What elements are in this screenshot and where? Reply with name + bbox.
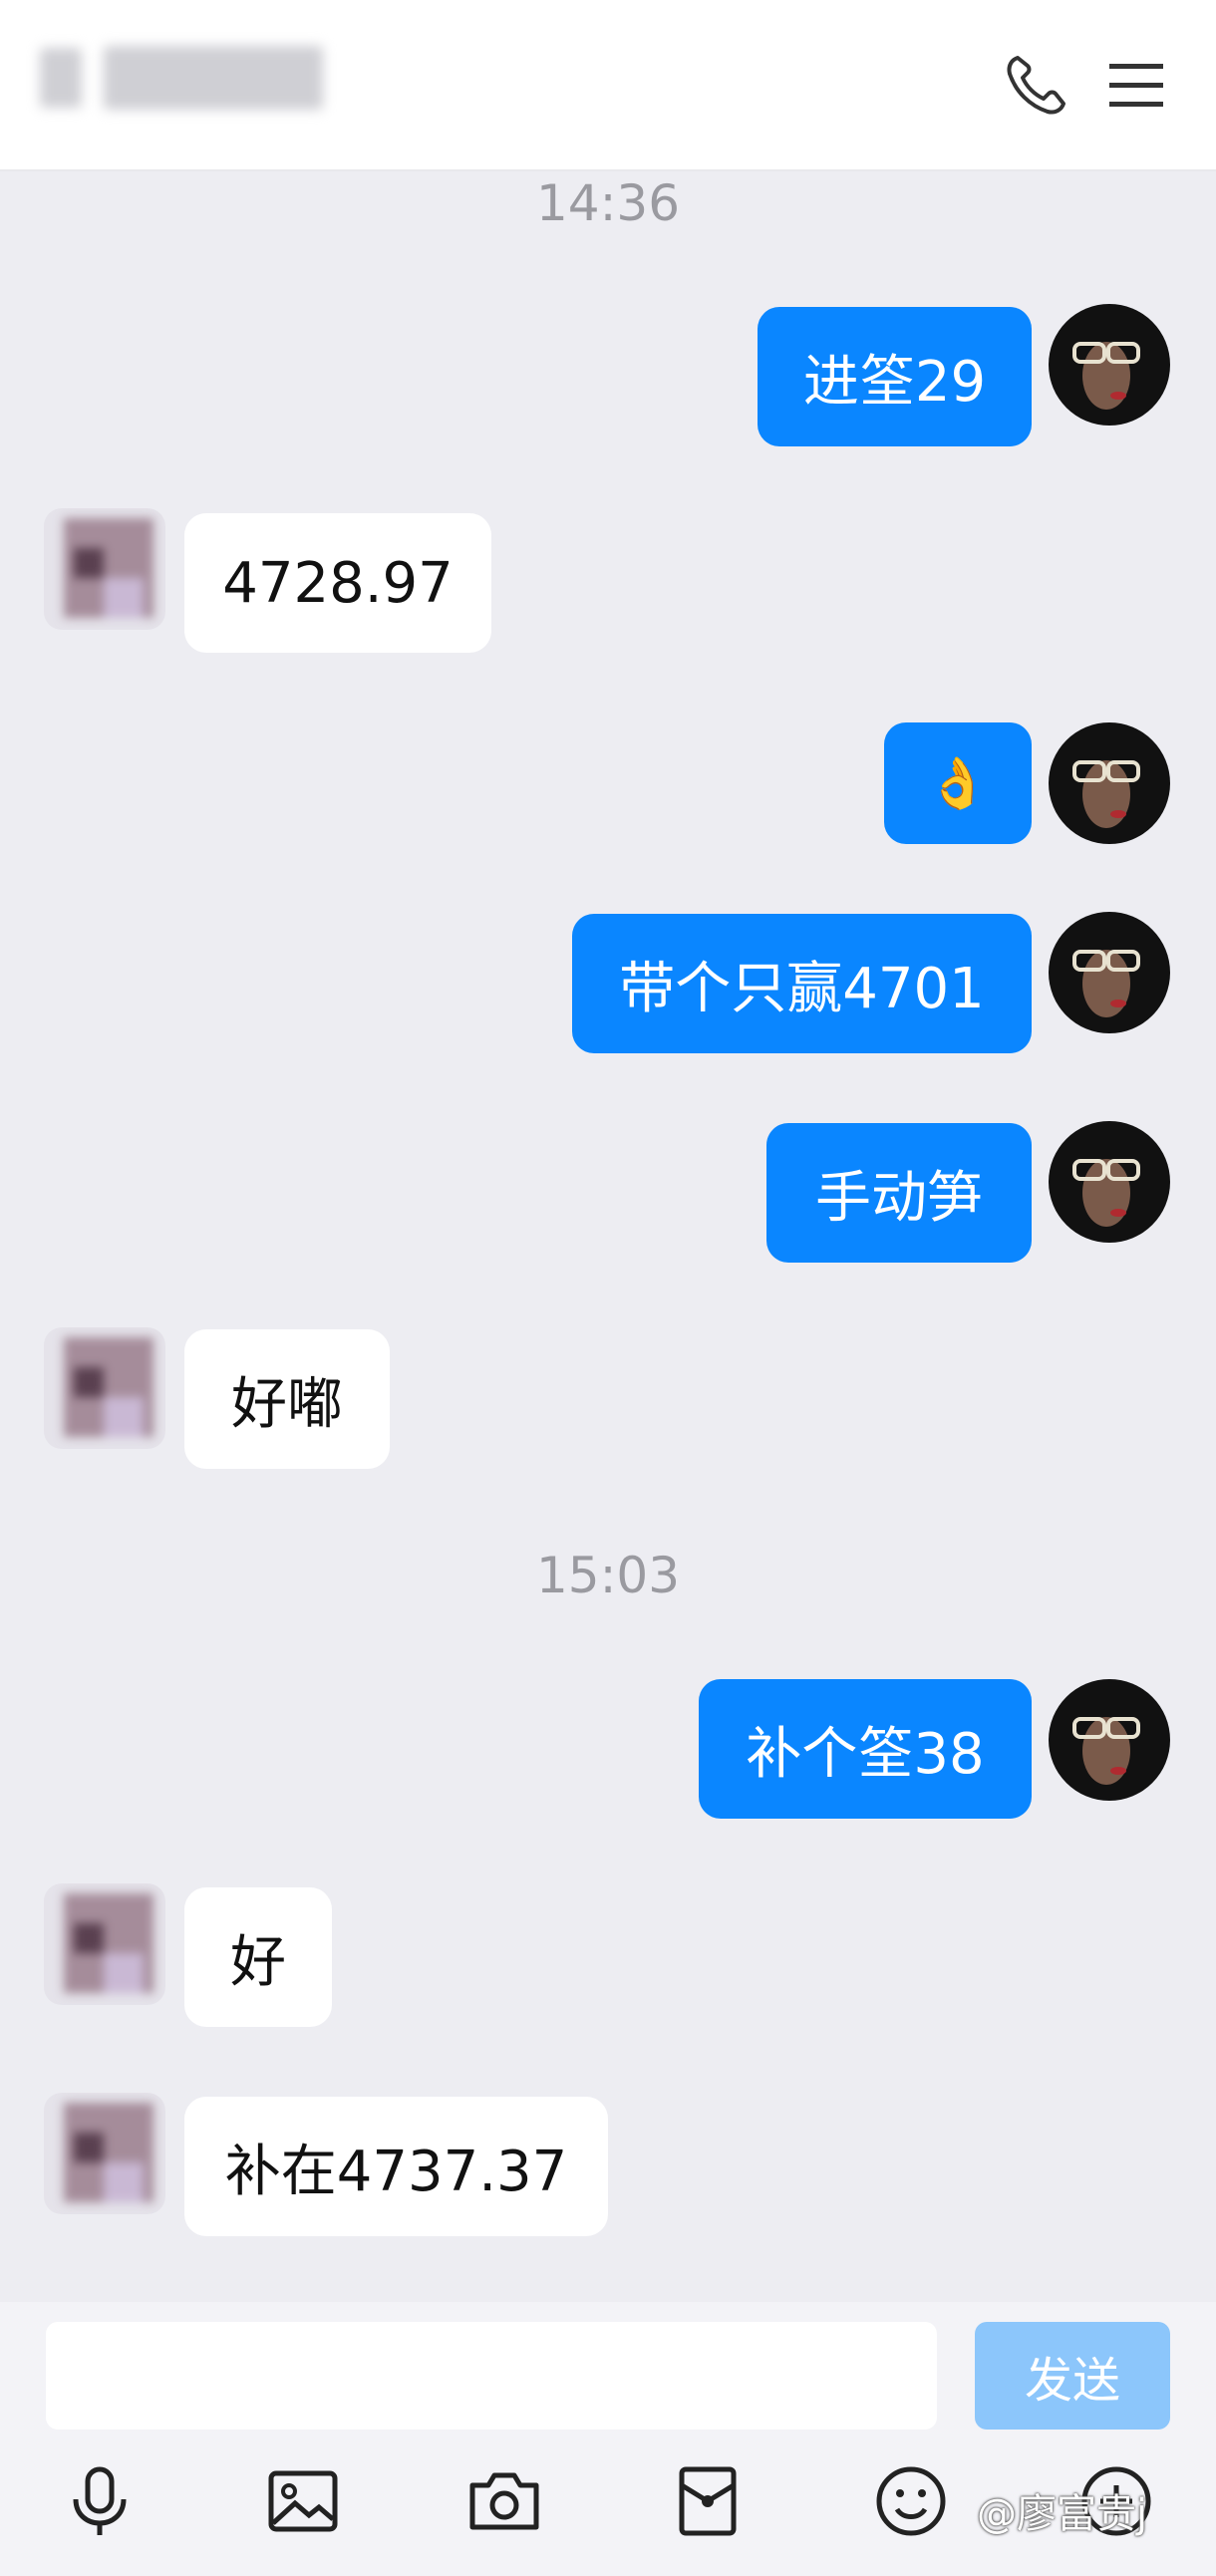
send-button[interactable]: 发送	[975, 2322, 1170, 2430]
message-row-received: 好嘟	[0, 1327, 1216, 1477]
my-avatar[interactable]	[1049, 1679, 1170, 1801]
camera-icon[interactable]	[464, 2461, 544, 2541]
watermark: @廖富贵j	[977, 2491, 1148, 2537]
message-row-sent: 补个筌38	[0, 1679, 1216, 1829]
contact-avatar[interactable]	[44, 1883, 165, 2005]
received-message-bubble[interactable]: 4728.97	[184, 513, 491, 653]
my-avatar[interactable]	[1049, 304, 1170, 426]
received-message-bubble[interactable]: 好嘟	[184, 1329, 390, 1469]
image-icon[interactable]	[263, 2461, 343, 2541]
message-row-received: 好	[0, 1883, 1216, 2033]
my-avatar[interactable]	[1049, 912, 1170, 1033]
sent-message-bubble[interactable]: 👌	[884, 722, 1032, 844]
sent-message-bubble[interactable]: 手动笋	[766, 1123, 1032, 1263]
sent-message-bubble[interactable]: 带个只赢4701	[572, 914, 1032, 1053]
contact-avatar[interactable]	[44, 508, 165, 630]
received-message-bubble[interactable]: 好	[184, 1887, 332, 2027]
my-avatar[interactable]	[1049, 1121, 1170, 1243]
contact-avatar[interactable]	[44, 1327, 165, 1449]
message-row-sent: 手动笋	[0, 1121, 1216, 1271]
phone-icon[interactable]	[1002, 50, 1071, 120]
message-row-sent: 👌	[0, 722, 1216, 852]
hamburger-menu-icon[interactable]	[1101, 50, 1171, 120]
chat-header	[0, 0, 1216, 171]
my-avatar[interactable]	[1049, 722, 1170, 844]
sent-message-bubble[interactable]: 进筌29	[758, 307, 1032, 446]
contact-name-blurred	[40, 42, 323, 114]
emoji-icon[interactable]	[871, 2461, 951, 2541]
microphone-icon[interactable]	[60, 2461, 140, 2541]
timestamp: 15:03	[535, 1547, 681, 1604]
red-packet-icon[interactable]	[668, 2461, 748, 2541]
message-row-received: 4728.97	[0, 508, 1216, 658]
received-message-bubble[interactable]: 补在4737.37	[184, 2097, 608, 2236]
message-row-received: 补在4737.37	[0, 2093, 1216, 2242]
message-row-sent: 带个只赢4701	[0, 912, 1216, 1061]
timestamp: 14:36	[535, 174, 681, 232]
message-row-sent: 进筌29	[0, 304, 1216, 453]
contact-avatar[interactable]	[44, 2093, 165, 2214]
sent-message-bubble[interactable]: 补个筌38	[699, 1679, 1032, 1819]
message-input[interactable]	[46, 2322, 937, 2430]
